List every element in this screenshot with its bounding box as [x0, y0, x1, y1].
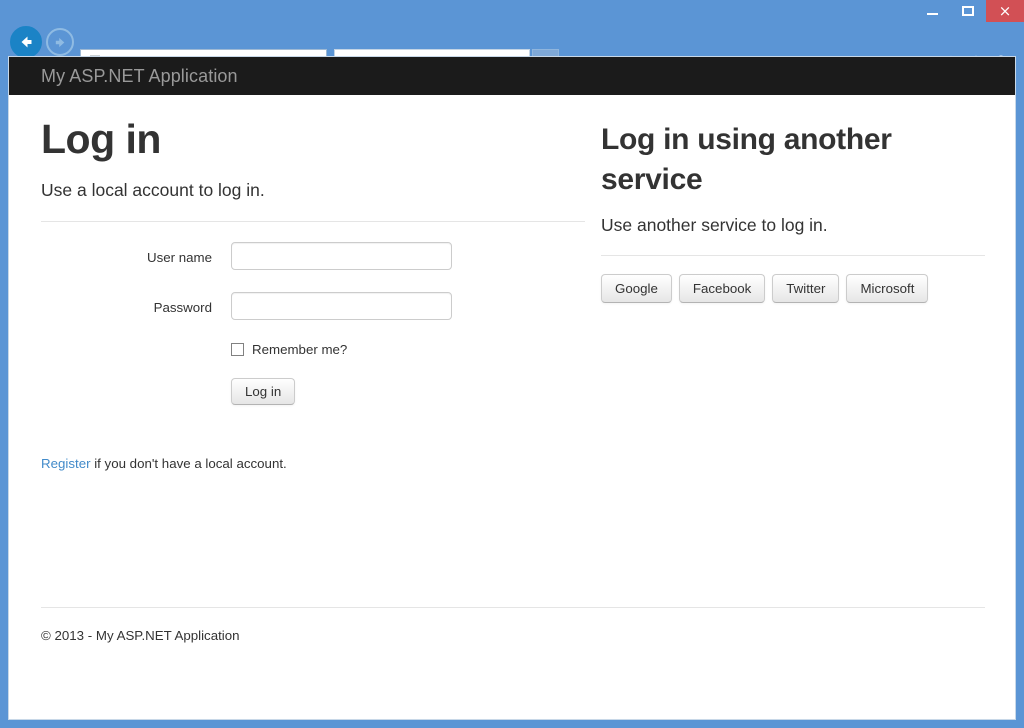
page-footer: © 2013 - My ASP.NET Application — [41, 607, 985, 643]
page-title: Log in — [41, 95, 585, 162]
form-row-submit: Log in — [41, 378, 585, 426]
form-row-username: User name — [41, 242, 585, 292]
username-input[interactable] — [231, 242, 452, 270]
register-prompt: Register if you don't have a local accou… — [41, 426, 585, 471]
page-viewport: My ASP.NET Application Log in Use a loca… — [8, 56, 1016, 720]
remember-me-control[interactable]: Remember me? — [231, 342, 347, 357]
arrow-right-icon — [52, 34, 69, 51]
password-label: Password — [41, 292, 212, 324]
remember-me-label: Remember me? — [252, 342, 347, 357]
maximize-icon — [962, 6, 974, 16]
window-title-bar: × — [0, 0, 1024, 22]
form-row-remember-me: Remember me? — [41, 342, 585, 378]
copyright-text: © 2013 - My ASP.NET Application — [41, 608, 985, 643]
minimize-button[interactable] — [914, 0, 950, 22]
arrow-left-icon — [16, 32, 36, 52]
local-login-subtitle: Use a local account to log in. — [41, 162, 585, 201]
provider-button-microsoft[interactable]: Microsoft — [846, 274, 928, 303]
register-prompt-text: if you don't have a local account. — [91, 456, 287, 471]
provider-button-google[interactable]: Google — [601, 274, 672, 303]
site-navbar: My ASP.NET Application — [9, 57, 1015, 95]
external-login-subtitle: Use another service to log in. — [601, 200, 985, 236]
provider-button-facebook[interactable]: Facebook — [679, 274, 765, 303]
password-input[interactable] — [231, 292, 452, 320]
local-login-column: Log in Use a local account to log in. Us… — [41, 95, 585, 471]
external-login-column: Log in using another service Use another… — [601, 95, 985, 303]
minimize-icon — [927, 13, 938, 15]
register-link[interactable]: Register — [41, 456, 91, 471]
close-window-button[interactable]: × — [986, 0, 1024, 22]
external-login-title: Log in using another service — [601, 95, 931, 200]
forward-button[interactable] — [46, 28, 74, 56]
form-row-password: Password — [41, 292, 585, 342]
site-brand[interactable]: My ASP.NET Application — [41, 66, 238, 87]
remember-me-checkbox[interactable] — [231, 343, 244, 356]
close-icon: × — [999, 4, 1012, 19]
back-button[interactable] — [10, 26, 42, 58]
browser-toolbar: http://www.wingtiptoys.com/ ⌕ ▼ ↻ My ASP… — [0, 22, 1024, 60]
desktop-background: × http://www.wingtiptoys.com/ ⌕ ▼ — [0, 0, 1024, 728]
username-label: User name — [41, 242, 212, 274]
maximize-button[interactable] — [950, 0, 986, 22]
provider-button-twitter[interactable]: Twitter — [772, 274, 839, 303]
external-provider-buttons: Google Facebook Twitter Microsoft — [601, 256, 985, 303]
login-submit-button[interactable]: Log in — [231, 378, 295, 405]
